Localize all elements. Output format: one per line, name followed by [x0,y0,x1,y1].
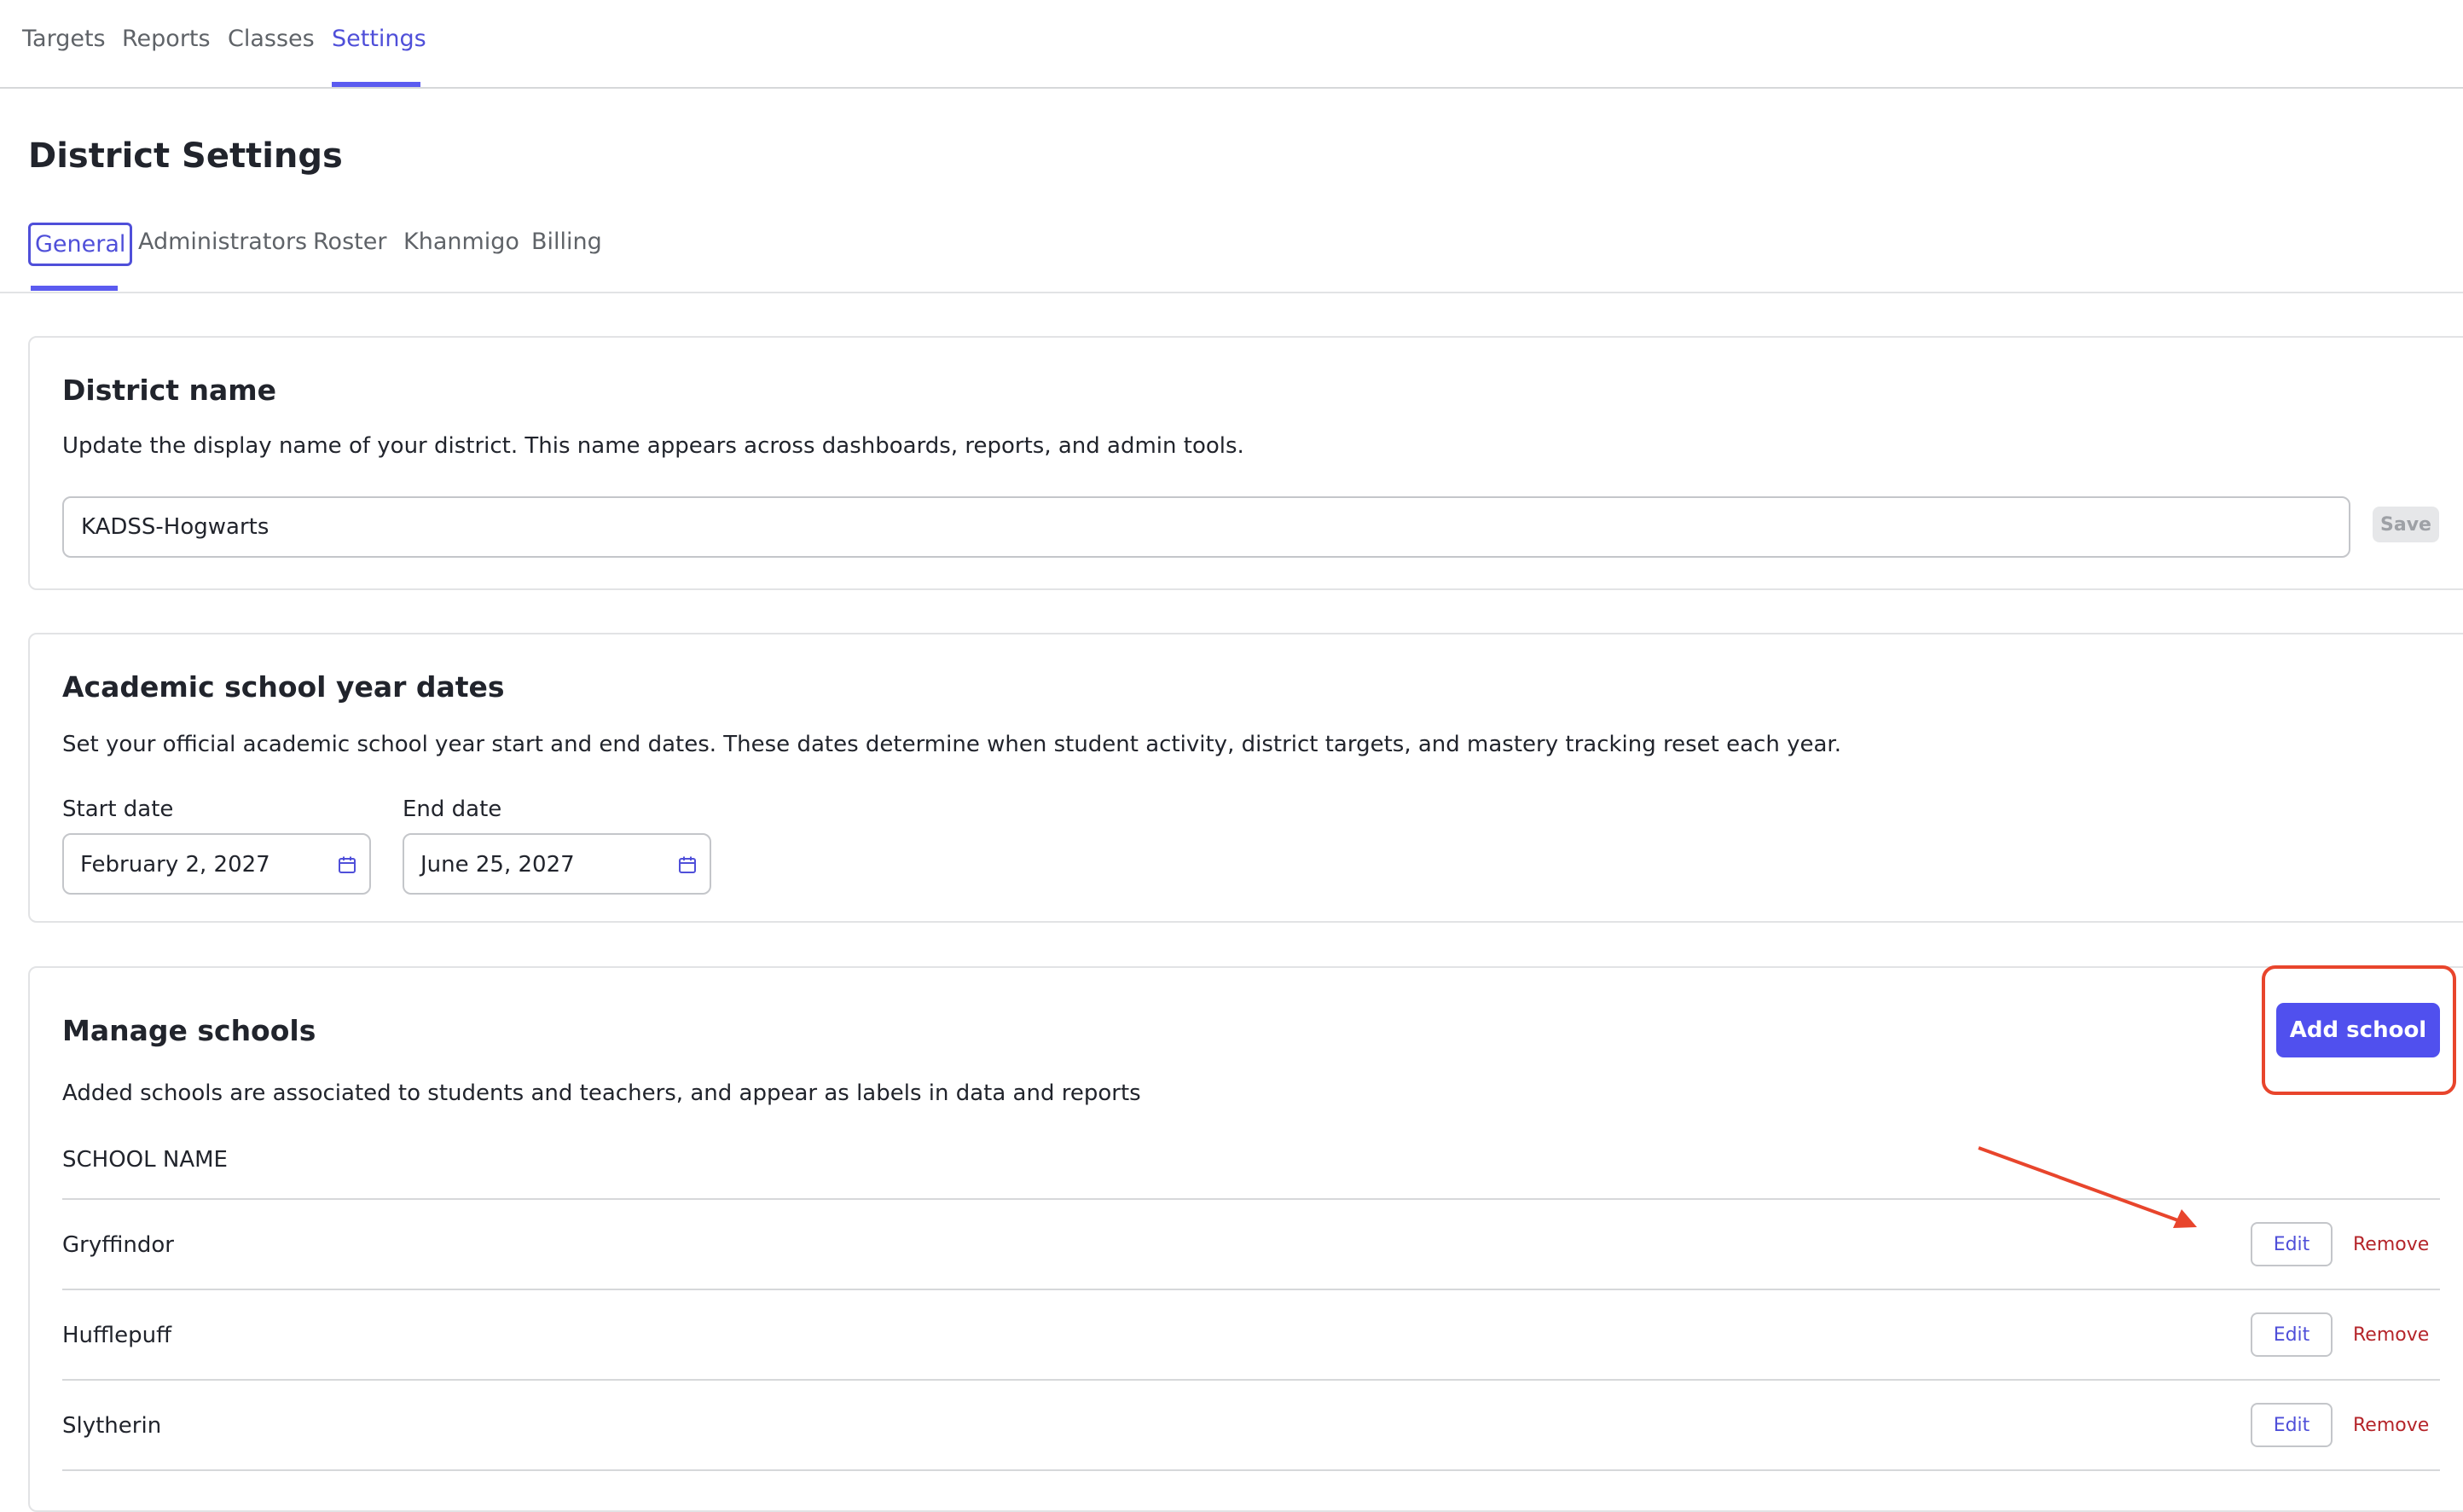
nav-active-indicator [332,82,420,87]
settings-tabs: General Administrators Roster Khanmigo B… [0,213,2463,293]
nav-classes[interactable]: Classes [228,26,315,52]
nav-targets[interactable]: Targets [22,26,106,52]
school-name: Hufflepuff [62,1323,172,1348]
start-date-value: February 2, 2027 [80,852,270,878]
nav-reports[interactable]: Reports [122,26,211,52]
manage-schools-title: Manage schools [62,1014,316,1047]
district-name-card: District name Update the display name of… [28,336,2463,590]
end-date-label: End date [403,797,502,822]
manage-schools-card: Manage schools Add school Added schools … [28,966,2463,1512]
academic-dates-title: Academic school year dates [62,670,505,704]
tab-administrators[interactable]: Administrators [138,229,307,255]
table-row: Slytherin Edit Remove [62,1381,2440,1469]
tab-general[interactable]: General [28,223,133,266]
save-button[interactable]: Save [2373,507,2439,542]
tab-roster[interactable]: Roster [313,229,386,255]
annotation-arrow-icon [1978,1146,2197,1228]
page-title: District Settings [28,136,343,176]
school-name: Slytherin [62,1413,162,1439]
district-name-input[interactable] [62,496,2350,558]
calendar-icon[interactable] [677,854,698,875]
academic-dates-description: Set your official academic school year s… [62,732,1841,757]
manage-schools-description: Added schools are associated to students… [62,1080,1141,1106]
top-nav: Targets Reports Classes Settings [0,0,2463,89]
district-name-title: District name [62,374,277,407]
edit-school-button[interactable]: Edit [2251,1403,2333,1447]
tab-billing[interactable]: Billing [531,229,602,255]
remove-school-button[interactable]: Remove [2348,1312,2433,1357]
calendar-icon[interactable] [337,854,357,875]
district-name-description: Update the display name of your district… [62,433,1244,459]
remove-school-button[interactable]: Remove [2348,1222,2433,1266]
table-row: Hufflepuff Edit Remove [62,1290,2440,1379]
start-date-label: Start date [62,797,174,822]
edit-school-button[interactable]: Edit [2251,1312,2333,1357]
end-date-value: June 25, 2027 [420,852,575,878]
remove-school-button[interactable]: Remove [2348,1403,2433,1447]
start-date-field[interactable]: February 2, 2027 [62,833,371,895]
edit-school-button[interactable]: Edit [2251,1222,2333,1266]
school-name: Gryffindor [62,1232,174,1258]
tab-active-indicator [31,286,118,291]
end-date-field[interactable]: June 25, 2027 [403,833,711,895]
school-name-column-header: SCHOOL NAME [62,1147,228,1173]
annotation-highlight-box [2262,965,2456,1095]
academic-dates-card: Academic school year dates Set your offi… [28,633,2463,923]
table-divider [62,1469,2440,1471]
nav-settings[interactable]: Settings [332,26,426,52]
tab-khanmigo[interactable]: Khanmigo [403,229,519,255]
